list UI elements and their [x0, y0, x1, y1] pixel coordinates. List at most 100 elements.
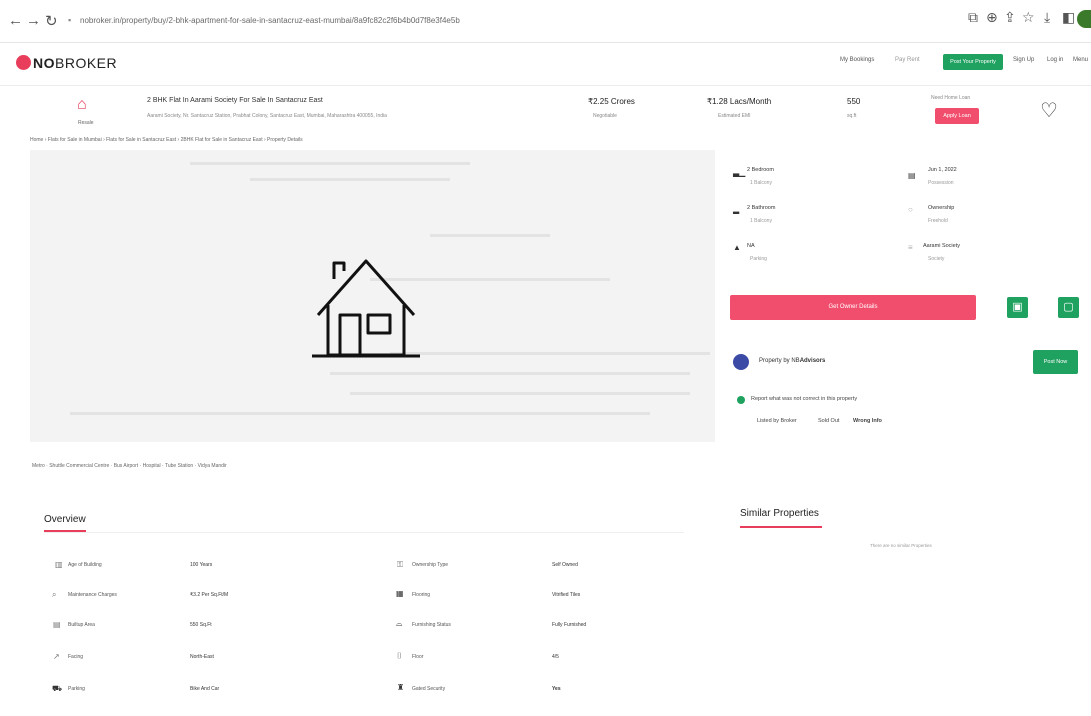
- promoted-text-main: Property by NB: [759, 358, 800, 364]
- overview-label: Floor: [412, 654, 424, 660]
- overview-label: Ownership Type: [412, 562, 449, 568]
- image-text-line: [70, 412, 650, 415]
- overview-value: Vitrified Tiles: [552, 592, 581, 598]
- spec-label: NA: [747, 243, 755, 249]
- house-placeholder-icon: [312, 259, 420, 358]
- spec-label: 2 Bathroom: [747, 205, 776, 211]
- post-property-button[interactable]: Post Your Property: [943, 54, 1003, 70]
- image-text-line: [190, 162, 470, 165]
- parking-icon: ⛟: [52, 684, 63, 693]
- chat-button[interactable]: ▢: [1058, 297, 1079, 318]
- back-icon[interactable]: ←: [8, 12, 23, 29]
- calendar-icon: ▣: [1012, 301, 1023, 313]
- report-info-icon: [737, 396, 745, 404]
- spec-label: Aarami Society: [923, 243, 960, 249]
- image-text-line: [330, 372, 690, 375]
- gated-security-icon: ♜: [397, 683, 405, 692]
- reload-icon[interactable]: ↻: [45, 12, 58, 30]
- spec-label: Ownership: [928, 205, 955, 211]
- maintenance-icon: ⌕: [52, 590, 57, 599]
- overview-value: North-East: [190, 654, 214, 660]
- logo-icon[interactable]: [16, 55, 31, 70]
- overview-label: Builtup Area: [68, 622, 95, 628]
- facing-icon: ↗: [53, 652, 60, 661]
- logo-broker: BROKER: [55, 55, 118, 71]
- overview-value: Yes: [552, 686, 561, 692]
- lock-icon: ▪: [68, 15, 72, 25]
- floor-icon: ⌷: [397, 651, 402, 660]
- get-owner-details-button[interactable]: Get Owner Details: [730, 295, 976, 320]
- overview-label: Parking: [68, 686, 85, 692]
- logo-no: NO: [33, 55, 55, 71]
- schedule-visit-button[interactable]: ▣: [1007, 297, 1028, 318]
- area-unit: sq.ft: [847, 113, 857, 119]
- report-text: Report what was not correct in this prop…: [751, 396, 858, 402]
- apply-loan-button[interactable]: Apply Loan: [935, 108, 979, 124]
- spec-label: Jun 1, 2022: [928, 167, 957, 173]
- site-header: [0, 45, 1091, 86]
- parking-icon: ▲: [733, 243, 741, 252]
- site-logo[interactable]: NOBROKER: [33, 55, 117, 71]
- bath-icon: ▂: [733, 205, 740, 214]
- overview-label: Furnishing Status: [412, 622, 451, 628]
- property-area: 550: [847, 97, 861, 106]
- property-price: ₹2.25 Crores: [588, 97, 635, 106]
- bookmark-star-icon[interactable]: ☆: [1022, 9, 1035, 26]
- similar-empty-text: There are no similar Properties: [870, 543, 932, 548]
- overview-label: Facing: [68, 654, 84, 660]
- spec-sub: 1 Balcony: [750, 180, 772, 186]
- property-emi: ₹1.28 Lacs/Month: [707, 97, 772, 106]
- report-sold-out[interactable]: Sold Out: [818, 418, 839, 424]
- spec-label: 2 Bedroom: [747, 167, 774, 173]
- overview-divider: [44, 532, 684, 533]
- nb-advisors-logo-icon: [733, 354, 749, 370]
- price-negotiable: Negotiable: [593, 113, 617, 119]
- overview-value: Fully Furnished: [552, 622, 587, 628]
- my-bookings-link[interactable]: My Bookings: [840, 57, 874, 63]
- ownership-type-icon: ⚿: [397, 560, 404, 569]
- image-text-line: [430, 234, 550, 237]
- resale-home-icon: ⌂: [77, 96, 87, 113]
- emi-label: Estimated EMI: [718, 113, 751, 119]
- pay-rent-link[interactable]: Pay Rent: [895, 57, 920, 63]
- profile-avatar[interactable]: [1077, 10, 1091, 28]
- screen-capture-icon[interactable]: ⧉: [968, 9, 978, 26]
- overview-value: Self Owned: [552, 562, 578, 568]
- society-icon: ≡: [908, 243, 913, 252]
- spec-sub: Society: [928, 256, 945, 262]
- amenity-strip[interactable]: Metro · Shuttle Commercial Centre · Bus …: [32, 463, 227, 469]
- window-icon[interactable]: ◧: [1062, 9, 1075, 26]
- spec-sub: Possession: [928, 180, 954, 186]
- spec-sub: Parking: [750, 256, 767, 262]
- log-in-link[interactable]: Log in: [1047, 57, 1063, 63]
- download-icon[interactable]: ⤓: [1044, 9, 1050, 26]
- home-loan-label: Need Home Loan: [931, 95, 971, 101]
- overview-label: Gated Security: [412, 686, 446, 692]
- menu-link[interactable]: Menu: [1073, 57, 1088, 63]
- property-title: 2 BHK Flat In Aarami Society For Sale In…: [147, 97, 323, 104]
- share-icon[interactable]: ⇪: [1004, 9, 1016, 26]
- builtup-icon: ▤: [53, 620, 61, 629]
- post-now-button[interactable]: Post Now: [1033, 350, 1078, 374]
- overview-value: 4/5: [552, 654, 559, 660]
- breadcrumb[interactable]: Home › Flats for Sale in Mumbai › Flats …: [30, 137, 303, 143]
- shortlist-heart-icon[interactable]: ♡: [1040, 98, 1058, 123]
- promoted-text: Property by NBAdvisors: [759, 358, 825, 364]
- overview-title: Overview: [44, 514, 86, 525]
- property-address: Aarami Society, Nr. Santacruz Station, P…: [147, 113, 387, 119]
- building-age-icon: ▥: [55, 560, 63, 569]
- image-text-line: [350, 392, 690, 395]
- similar-underline: [740, 526, 822, 528]
- similar-properties-title: Similar Properties: [740, 508, 819, 519]
- overview-label: Maintenance Charges: [68, 592, 117, 598]
- report-wrong-info[interactable]: Wrong Info: [853, 418, 882, 424]
- overview-value: 100 Years: [190, 562, 213, 568]
- forward-icon[interactable]: →: [26, 12, 41, 29]
- chat-icon: ▢: [1063, 301, 1074, 313]
- report-listed-by-broker[interactable]: Listed by Broker: [757, 418, 797, 424]
- overview-value: ₹3.2 Per Sq.Ft/M: [190, 592, 229, 598]
- zoom-icon[interactable]: ⊕: [986, 9, 998, 26]
- url-bar[interactable]: nobroker.in/property/buy/2-bhk-apartment…: [80, 11, 720, 31]
- resale-label: Resale: [78, 120, 94, 126]
- sign-up-link[interactable]: Sign Up: [1013, 57, 1034, 63]
